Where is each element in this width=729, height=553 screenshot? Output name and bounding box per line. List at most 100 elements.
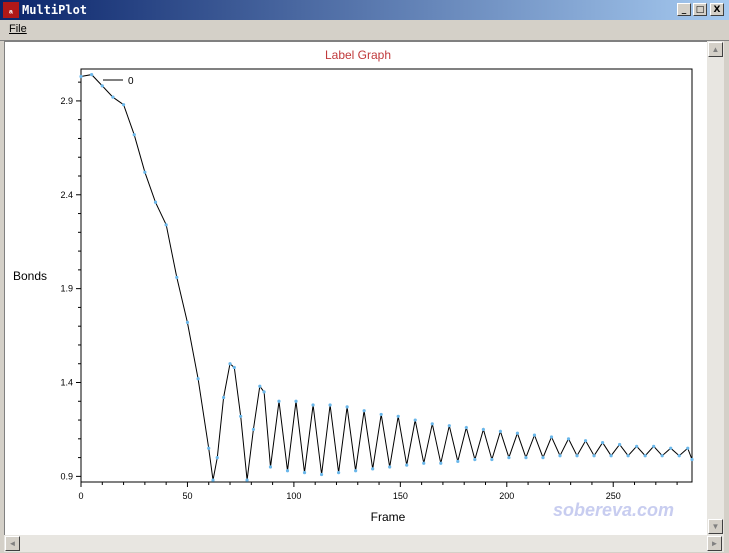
data-point xyxy=(277,399,281,403)
data-point xyxy=(524,455,528,460)
data-point xyxy=(268,465,273,469)
data-point xyxy=(660,454,664,458)
plot-frame xyxy=(80,68,693,483)
data-point xyxy=(626,454,630,458)
data-point xyxy=(405,463,409,467)
data-point xyxy=(618,442,622,447)
maximize-button[interactable]: □ xyxy=(693,3,707,16)
title-bar[interactable]: ₐ MultiPlot _ □ X xyxy=(0,0,729,20)
data-point xyxy=(652,444,656,448)
data-point xyxy=(251,427,256,432)
data-point xyxy=(175,275,179,279)
data-point xyxy=(245,478,249,482)
menu-file-label: File xyxy=(9,23,27,35)
data-point xyxy=(262,390,266,394)
scroll-down-icon[interactable]: ▼ xyxy=(708,519,723,534)
data-point xyxy=(541,455,545,460)
x-tick-label: 200 xyxy=(499,491,514,501)
data-point xyxy=(222,395,226,400)
data-point xyxy=(549,435,554,439)
y-tick-label: 2.4 xyxy=(60,190,73,200)
close-button[interactable]: X xyxy=(710,3,724,16)
data-point xyxy=(583,439,588,443)
data-point xyxy=(345,405,349,409)
minimize-button[interactable]: _ xyxy=(677,3,691,16)
x-tick-label: 0 xyxy=(78,491,83,501)
data-point xyxy=(643,454,647,458)
data-point xyxy=(473,457,477,462)
x-tick-label: 150 xyxy=(393,491,408,501)
data-point xyxy=(532,433,537,437)
data-point xyxy=(336,471,341,475)
data-point xyxy=(686,446,690,450)
data-point xyxy=(354,469,358,473)
data-point xyxy=(371,467,375,471)
data-point xyxy=(379,412,383,417)
data-point xyxy=(566,437,571,441)
data-point xyxy=(413,418,417,422)
data-point xyxy=(90,73,94,77)
data-point xyxy=(164,223,168,227)
data-point xyxy=(609,454,613,458)
data-point xyxy=(143,170,147,174)
window-title: MultiPlot xyxy=(22,3,88,17)
y-tick-label: 2.9 xyxy=(60,96,73,106)
chart-title: Label Graph xyxy=(325,48,391,62)
x-tick-label: 50 xyxy=(182,491,192,501)
series-line-0 xyxy=(80,74,693,481)
data-point xyxy=(100,84,104,88)
series-markers-0 xyxy=(79,73,694,482)
data-point xyxy=(600,440,605,445)
data-point xyxy=(439,461,443,465)
data-point xyxy=(558,454,562,458)
data-point xyxy=(677,454,681,458)
data-point xyxy=(328,403,332,407)
data-point xyxy=(396,414,400,418)
line-chart: Label Graph 0 50 100 150 200 250 0.91.41.92.4… xyxy=(13,48,694,524)
y-tick-label: 1.4 xyxy=(60,378,73,388)
data-point xyxy=(121,103,126,107)
data-point xyxy=(635,444,639,448)
scroll-up-icon[interactable]: ▲ xyxy=(708,42,723,57)
data-point xyxy=(239,414,243,418)
data-point xyxy=(447,424,451,428)
data-point xyxy=(515,431,520,435)
y-axis: 0.9 1.4 1.9 2.4 2.9 xyxy=(60,81,81,481)
horizontal-scrollbar[interactable]: ◄ ► xyxy=(4,535,724,552)
plot-area: Label Graph 0 50 100 150 200 250 0.9 1.4 1.9 2.4… xyxy=(4,41,708,536)
data-point xyxy=(456,459,460,463)
data-point xyxy=(302,471,307,475)
x-tick-label: 100 xyxy=(286,491,301,501)
y-tick-label: 0.9 xyxy=(60,471,73,481)
data-point xyxy=(498,429,502,433)
y-tick-label: 1.9 xyxy=(60,284,73,294)
data-point xyxy=(215,455,219,460)
data-point xyxy=(388,465,392,469)
data-point xyxy=(185,320,190,325)
scroll-right-icon[interactable]: ► xyxy=(707,536,722,551)
data-point xyxy=(228,362,232,366)
data-point xyxy=(490,457,494,462)
data-point xyxy=(232,365,236,370)
data-point xyxy=(207,446,211,450)
x-axis: 0 50 100 150 200 250 xyxy=(78,482,678,501)
menu-bar: File xyxy=(0,20,729,41)
data-point xyxy=(430,422,434,426)
data-point xyxy=(362,409,366,413)
scroll-left-icon[interactable]: ◄ xyxy=(5,536,20,551)
data-point xyxy=(196,377,200,381)
menu-file[interactable]: File xyxy=(9,23,27,35)
x-axis-label: Frame xyxy=(371,510,406,524)
data-point xyxy=(258,384,262,388)
watermark: sobereva.com xyxy=(553,500,674,520)
multiplot-app-icon[interactable]: ₐ xyxy=(3,2,19,18)
data-point xyxy=(422,461,426,465)
data-point xyxy=(481,427,485,432)
data-point xyxy=(79,74,83,79)
data-point xyxy=(311,403,315,407)
data-point xyxy=(575,454,579,458)
data-point xyxy=(211,478,215,482)
vertical-scrollbar[interactable]: ▲ ▼ xyxy=(707,41,724,535)
legend-label: 0 xyxy=(128,76,134,87)
data-point xyxy=(507,455,511,460)
